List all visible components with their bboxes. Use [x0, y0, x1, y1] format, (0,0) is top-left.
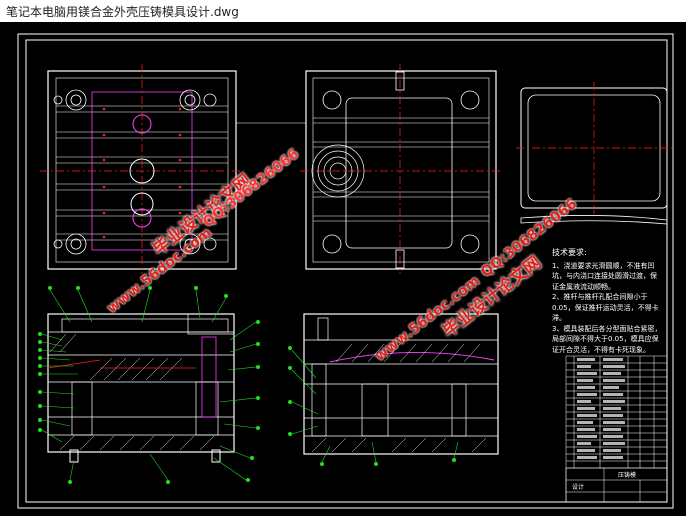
window-titlebar: 笔记本电脑用镁合金外壳压铸模具设计.dwg — [0, 0, 686, 23]
section-view-left — [38, 286, 260, 484]
notes-item-2: 2、推杆与推杆孔配合间隙小于0.05，保证推杆运动灵活，不得卡滞。 — [552, 293, 659, 322]
notes-item-3: 3、模具装配后各分型面贴合紧密，局部间隙不得大于0.05，模具应保证开合灵活，不… — [552, 324, 662, 354]
window-title: 笔记本电脑用镁合金外壳压铸模具设计.dwg — [6, 5, 239, 19]
parts-list-cell-marks — [577, 358, 625, 459]
plan-view-right — [300, 64, 502, 274]
housing-part-view — [516, 82, 672, 225]
title-block-label-b: 设计 — [572, 483, 584, 491]
cad-drawing-canvas[interactable]: 压铸模 设计 技术要求: 1、浇道要求光滑圆顺，不准有凹坑，与内浇口连接处圆滑过… — [0, 22, 686, 516]
notes-item-1: 1、浇道要求光滑圆顺，不准有凹坑，与内浇口连接处圆滑过渡，保证金属液流动顺畅。 — [552, 261, 657, 291]
title-block-label-a: 压铸模 — [618, 471, 636, 479]
notes-heading: 技术要求: — [552, 248, 587, 257]
technical-requirements: 技术要求: 1、浇道要求光滑圆顺，不准有凹坑，与内浇口连接处圆滑过渡，保证金属液… — [552, 248, 662, 355]
